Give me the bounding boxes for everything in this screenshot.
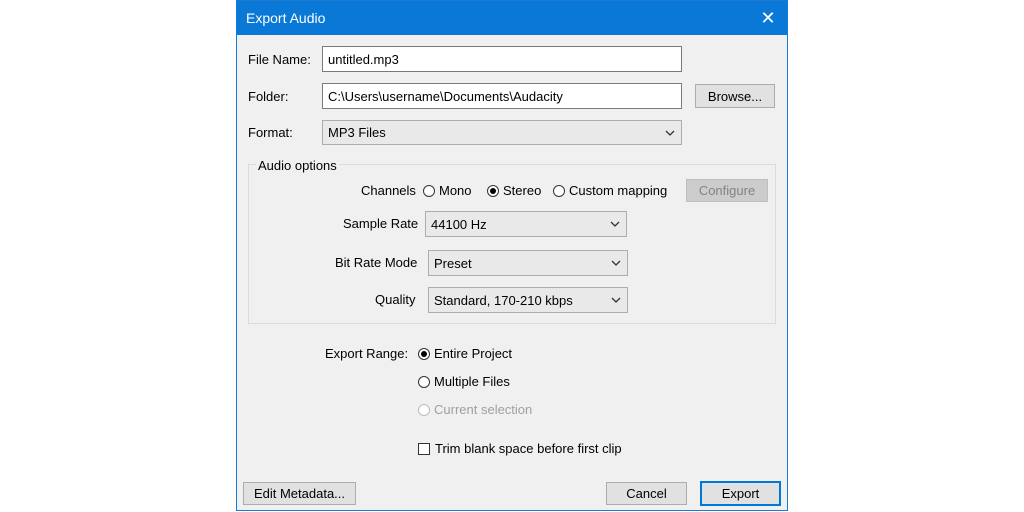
quality-value: Standard, 170-210 kbps [434, 292, 573, 308]
sample-rate-label: Sample Rate [343, 216, 419, 231]
bit-rate-mode-label: Bit Rate Mode [335, 255, 418, 270]
export-audio-dialog: Export Audio ✕ File Name: Folder: Browse… [236, 0, 788, 511]
export-range-current-selection-radio[interactable]: Current selection [418, 402, 532, 417]
window-title: Export Audio [246, 10, 326, 26]
radio-label: Stereo [503, 183, 542, 198]
radio-label: Custom mapping [569, 183, 668, 198]
quality-label: Quality [375, 292, 416, 307]
radio-indicator [487, 184, 499, 197]
format-value: MP3 Files [328, 125, 386, 140]
export-button[interactable]: Export [700, 481, 781, 506]
radio-indicator [553, 184, 565, 197]
checkbox-box [418, 442, 430, 455]
file-name-input[interactable] [322, 46, 682, 72]
export-range-multiple-files-radio[interactable]: Multiple Files [418, 374, 510, 389]
radio-label: Entire Project [434, 346, 513, 361]
checkbox-label: Trim blank space before first clip [435, 441, 622, 456]
chevron-down-icon [611, 260, 621, 266]
edit-metadata-button[interactable]: Edit Metadata... [243, 482, 356, 505]
export-range-label: Export Range: [325, 346, 409, 361]
radio-indicator [418, 403, 430, 416]
channels-label: Channels [361, 183, 416, 198]
format-select[interactable]: MP3 Files [322, 120, 682, 145]
file-name-label: File Name: [248, 52, 311, 67]
format-label: Format: [248, 125, 293, 140]
radio-label: Current selection [434, 402, 533, 417]
export-range-entire-project-radio[interactable]: Entire Project [418, 346, 512, 361]
close-icon: ✕ [760, 7, 776, 28]
title-bar: Export Audio ✕ [237, 1, 787, 35]
close-button[interactable]: ✕ [749, 1, 787, 35]
configure-button[interactable]: Configure [686, 179, 768, 202]
radio-indicator [418, 375, 430, 388]
radio-label: Mono [439, 183, 472, 198]
bit-rate-mode-value: Preset [434, 255, 472, 271]
radio-indicator [418, 347, 430, 360]
chevron-down-icon [611, 297, 621, 303]
audio-options-title: Audio options [256, 158, 339, 173]
chevron-down-icon [610, 221, 620, 227]
folder-label: Folder: [248, 89, 289, 104]
channel-custom-mapping-radio[interactable]: Custom mapping [553, 183, 667, 198]
cancel-button[interactable]: Cancel [606, 482, 687, 505]
channel-stereo-radio[interactable]: Stereo [487, 183, 541, 198]
folder-input[interactable] [322, 83, 682, 109]
chevron-down-icon [665, 130, 675, 136]
trim-blank-space-checkbox[interactable]: Trim blank space before first clip [418, 441, 622, 456]
quality-select[interactable]: Standard, 170-210 kbps [428, 287, 628, 313]
sample-rate-select[interactable]: 44100 Hz [425, 211, 627, 237]
channel-mono-radio[interactable]: Mono [423, 183, 472, 198]
sample-rate-value: 44100 Hz [431, 216, 487, 232]
browse-button[interactable]: Browse... [695, 84, 775, 108]
radio-label: Multiple Files [434, 374, 510, 389]
radio-indicator [423, 184, 435, 197]
bit-rate-mode-select[interactable]: Preset [428, 250, 628, 276]
